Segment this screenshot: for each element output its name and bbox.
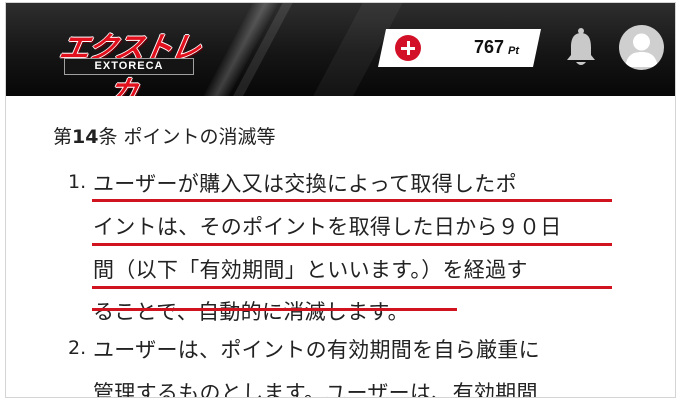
points-value: 767 bbox=[473, 37, 504, 57]
plus-circle-icon[interactable] bbox=[395, 35, 421, 61]
list-item-text-line: ユーザーが購入又は交換によって取得したポ bbox=[93, 172, 517, 196]
section-label-suffix: 条 bbox=[98, 126, 118, 148]
user-avatar-icon[interactable] bbox=[619, 25, 664, 70]
logo-subtext: EXTORECA bbox=[64, 58, 194, 75]
list-item-text-line: ることで、自動的に消滅します。 bbox=[93, 300, 409, 324]
highlight-underline bbox=[92, 243, 612, 246]
section-heading: 第14条 ポイントの消滅等 bbox=[53, 122, 276, 149]
list-item-text-line: ユーザーは、ポイントの有効期間を自ら厳重に bbox=[93, 338, 540, 362]
section-number: 14 bbox=[72, 126, 99, 148]
bell-icon[interactable] bbox=[564, 27, 598, 69]
list-item-number: 1. bbox=[68, 171, 87, 193]
points-balance[interactable]: 767 Pt bbox=[378, 29, 541, 67]
top-header: エクストレカ EXTORECA 767 Pt bbox=[6, 3, 675, 96]
list-item-text-line: 間（以下「有効期間」といいます。）を経過す bbox=[93, 258, 528, 282]
app-frame: エクストレカ EXTORECA 767 Pt 第14条 ポイントの消滅等 1. … bbox=[5, 2, 676, 398]
section-title: ポイントの消滅等 bbox=[123, 126, 276, 148]
highlight-underline bbox=[92, 199, 612, 202]
list-item-number: 2. bbox=[68, 337, 87, 359]
points-unit: Pt bbox=[508, 45, 519, 57]
highlight-underline bbox=[92, 286, 612, 289]
terms-content: 第14条 ポイントの消滅等 1. ユーザーが購入又は交換によって取得したポ イン… bbox=[6, 96, 675, 397]
list-item-text-line: イントは、そのポイントを取得した日から９０日 bbox=[93, 215, 562, 239]
highlight-underline bbox=[92, 308, 457, 311]
section-label-prefix: 第 bbox=[53, 126, 73, 148]
extoreca-logo[interactable]: エクストレカ EXTORECA bbox=[42, 21, 210, 96]
list-item-text-line: 管理するものとします。ユーザーは、有効期間 bbox=[93, 381, 538, 398]
